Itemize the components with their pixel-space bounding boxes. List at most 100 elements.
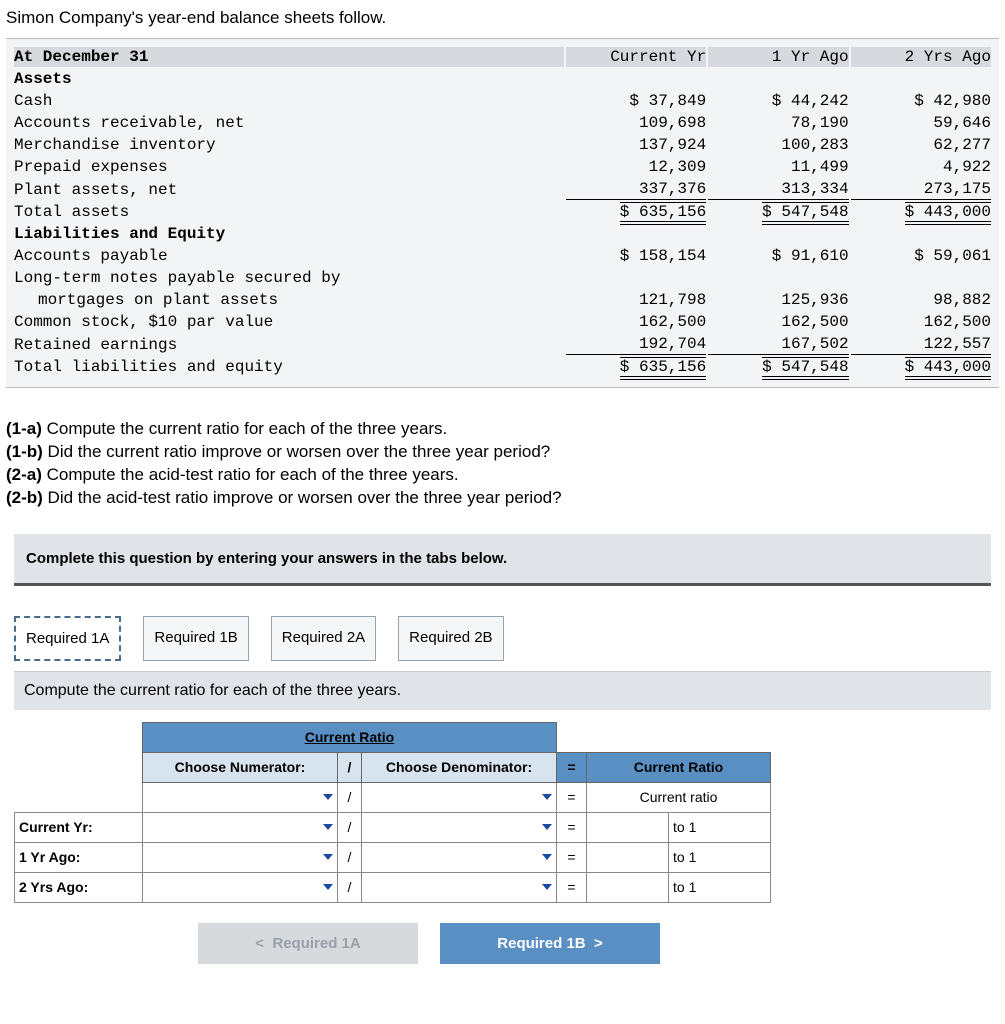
row-ar-cur: 109,698 (566, 113, 706, 133)
row3-denominator-input[interactable] (362, 872, 557, 902)
row0-result-label: Current ratio (587, 782, 771, 812)
q2a-key: (2-a) (6, 465, 42, 484)
row-tle-y2: $ 443,000 (905, 357, 991, 380)
row-re-y2: 122,557 (851, 334, 991, 355)
row-cs-y1: 162,500 (708, 312, 848, 332)
question-block: (1-a) Compute the current ratio for each… (0, 388, 1005, 530)
intro-text: Simon Company's year-end balance sheets … (0, 0, 1005, 38)
q1b-text: Did the current ratio improve or worsen … (43, 442, 550, 461)
numerator-header: Choose Numerator: (143, 752, 338, 782)
row3-to1: to 1 (669, 872, 771, 902)
row3-numerator-input[interactable] (143, 872, 338, 902)
row-cash-y2: $ 42,980 (851, 91, 991, 111)
q2a-text: Compute the acid-test ratio for each of … (42, 465, 459, 484)
row-ltn-y2: 98,882 (851, 290, 991, 310)
row-ap-cur: $ 158,154 (566, 246, 706, 266)
row-re-y1: 167,502 (708, 334, 848, 355)
row-cs-y2: 162,500 (851, 312, 991, 332)
row-ltn-cur: 121,798 (566, 290, 706, 310)
row2-result-input[interactable] (587, 842, 669, 872)
row0-eq: = (557, 782, 587, 812)
row0-denominator-input[interactable] (362, 782, 557, 812)
row-re-cur: 192,704 (566, 334, 706, 355)
row3-slash: / (338, 872, 362, 902)
row0-numerator-input[interactable] (143, 782, 338, 812)
row-inv-cur: 137,924 (566, 135, 706, 155)
row-total-assets-label: Total assets (14, 202, 564, 222)
row-total-assets-cur: $ 635,156 (620, 202, 706, 225)
row-pre-label: Prepaid expenses (14, 157, 564, 177)
row2-denominator-input[interactable] (362, 842, 557, 872)
row-pre-cur: 12,309 (566, 157, 706, 177)
row-total-assets-y1: $ 547,548 (762, 202, 848, 225)
row1-numerator-input[interactable] (143, 812, 338, 842)
tab-required-1a[interactable]: Required 1A (14, 616, 121, 661)
q2b-key: (2-b) (6, 488, 43, 507)
slash-header: / (338, 752, 362, 782)
row2-eq: = (557, 842, 587, 872)
q1a-text: Compute the current ratio for each of th… (42, 419, 447, 438)
row0-label (15, 782, 143, 812)
row1-denominator-input[interactable] (362, 812, 557, 842)
row-ltn-label2: mortgages on plant assets (14, 290, 564, 310)
row1-slash: / (338, 812, 362, 842)
row-tle-label: Total liabilities and equity (14, 357, 564, 377)
row-cs-cur: 162,500 (566, 312, 706, 332)
row-cash-y1: $ 44,242 (708, 91, 848, 111)
row1-result-input[interactable] (587, 812, 669, 842)
tab-required-2b[interactable]: Required 2B (398, 616, 503, 661)
sub-prompt: Compute the current ratio for each of th… (14, 671, 991, 710)
row3-label: 2 Yrs Ago: (15, 872, 143, 902)
q1b-key: (1-b) (6, 442, 43, 461)
row1-eq: = (557, 812, 587, 842)
row-re-label: Retained earnings (14, 334, 564, 355)
row-ar-y1: 78,190 (708, 113, 848, 133)
row-ap-label: Accounts payable (14, 246, 564, 266)
header-2yrs-ago: 2 Yrs Ago (851, 47, 991, 67)
ratio-title: Current Ratio (143, 722, 557, 752)
row2-numerator-input[interactable] (143, 842, 338, 872)
tab-required-1b[interactable]: Required 1B (143, 616, 248, 661)
row-ap-y2: $ 59,061 (851, 246, 991, 266)
row2-slash: / (338, 842, 362, 872)
row3-result-input[interactable] (587, 872, 669, 902)
row-tle-cur: $ 635,156 (620, 357, 706, 380)
prev-button[interactable]: < Required 1A (198, 923, 418, 964)
tab-required-2a[interactable]: Required 2A (271, 616, 376, 661)
row-ar-y2: 59,646 (851, 113, 991, 133)
row2-label: 1 Yr Ago: (15, 842, 143, 872)
row-pre-y1: 11,499 (708, 157, 848, 177)
row-tle-y1: $ 547,548 (762, 357, 848, 380)
row-inv-y2: 62,277 (851, 135, 991, 155)
equals-header: = (557, 752, 587, 782)
nav-buttons: < Required 1A Required 1B > (14, 923, 844, 964)
next-label: Required 1B (497, 935, 585, 952)
denominator-header: Choose Denominator: (362, 752, 557, 782)
row1-label: Current Yr: (15, 812, 143, 842)
row1-to1: to 1 (669, 812, 771, 842)
row-total-assets-y2: $ 443,000 (905, 202, 991, 225)
row-plant-cur: 337,376 (566, 179, 706, 200)
row-ap-y1: $ 91,610 (708, 246, 848, 266)
row-plant-y1: 313,334 (708, 179, 848, 200)
section-liab: Liabilities and Equity (14, 224, 564, 244)
row-cs-label: Common stock, $10 par value (14, 312, 564, 332)
row-plant-y2: 273,175 (851, 179, 991, 200)
q2b-text: Did the acid-test ratio improve or worse… (43, 488, 562, 507)
tab-bar: Required 1A Required 1B Required 2A Requ… (14, 616, 991, 661)
row-ltn-y1: 125,936 (708, 290, 848, 310)
panel-prompt: Complete this question by entering your … (14, 534, 991, 586)
row-cash-cur: $ 37,849 (566, 91, 706, 111)
row-cash-label: Cash (14, 91, 564, 111)
next-button[interactable]: Required 1B > (440, 923, 660, 964)
header-date: At December 31 (14, 47, 564, 67)
row-pre-y2: 4,922 (851, 157, 991, 177)
chevron-left-icon: < (255, 935, 264, 952)
result-header: Current Ratio (587, 752, 771, 782)
ratio-table: Current Ratio Choose Numerator: / Choose… (14, 722, 771, 903)
q1a-key: (1-a) (6, 419, 42, 438)
row-inv-y1: 100,283 (708, 135, 848, 155)
answer-panel: Complete this question by entering your … (14, 534, 991, 964)
row-ltn-label1: Long-term notes payable secured by (14, 268, 564, 288)
row0-slash: / (338, 782, 362, 812)
